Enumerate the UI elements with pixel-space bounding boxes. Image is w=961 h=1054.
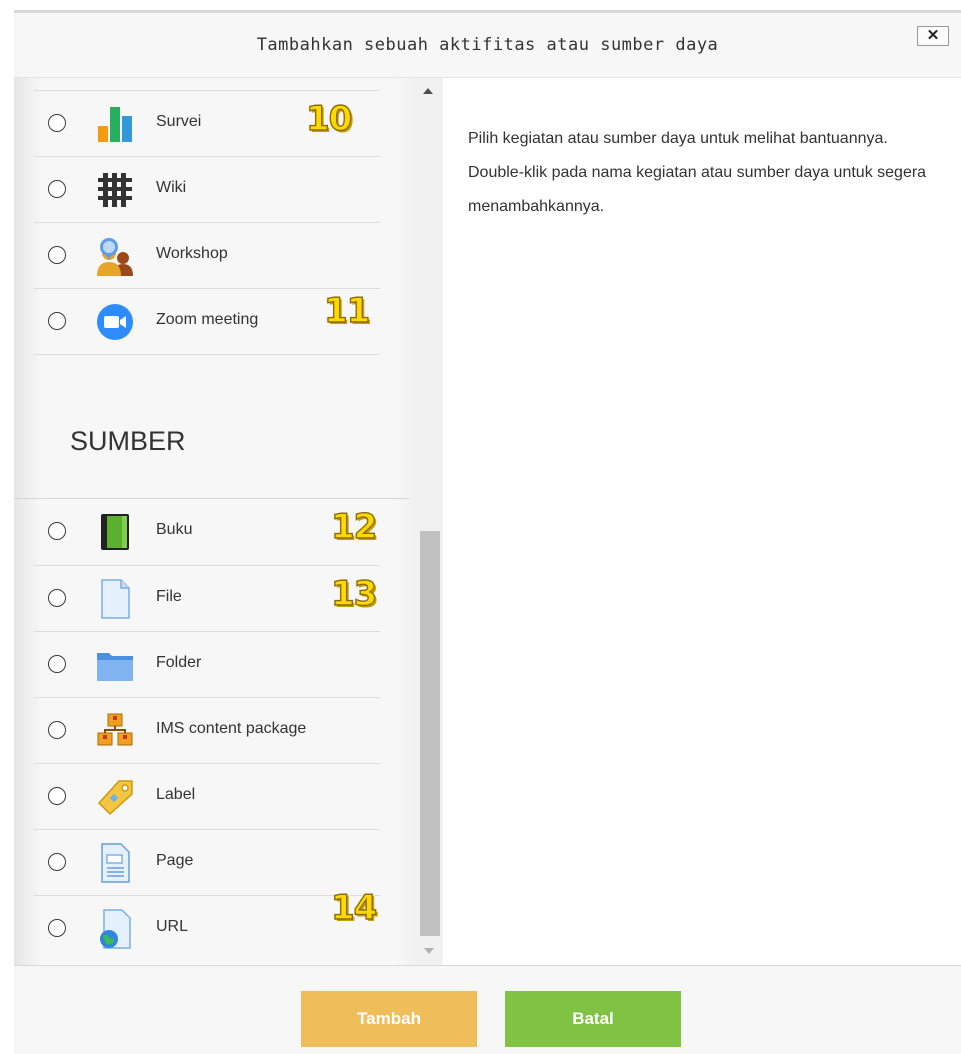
ims-content-package-label: IMS content package (156, 720, 307, 737)
list-item-url[interactable]: URL 14 (34, 887, 380, 962)
file-label: File (156, 588, 182, 605)
label-icon (97, 780, 133, 816)
list-item-page[interactable]: Page (34, 829, 380, 896)
list-item-buku[interactable]: Buku 12 (34, 499, 380, 565)
list-scrollbar[interactable] (416, 78, 443, 965)
close-button[interactable]: ✕ (917, 26, 949, 46)
list-item-folder[interactable]: Folder (34, 631, 380, 698)
scrollbar-thumb[interactable] (420, 531, 440, 936)
section-heading-sumber: SUMBER (70, 426, 186, 456)
wiki-icon (98, 173, 132, 207)
wiki-label: Wiki (156, 179, 187, 196)
dialog-title: Tambahkan sebuah aktifitas atau sumber d… (256, 35, 719, 55)
annotation-number: 13 (330, 573, 378, 614)
workshop-icon (97, 238, 133, 276)
book-icon (101, 514, 129, 550)
zoom-meeting-label: Zoom meeting (156, 311, 259, 328)
buku-label: Buku (156, 521, 193, 538)
page-label: Page (156, 852, 194, 869)
page-radio[interactable] (48, 853, 66, 871)
file-icon (101, 579, 130, 619)
list-item-label[interactable]: Label (34, 763, 380, 830)
scroll-up-arrow-icon[interactable] (423, 88, 433, 94)
annotation-number: 14 (330, 887, 378, 928)
list-item-workshop[interactable]: Workshop (34, 222, 380, 289)
list-item-wiki[interactable]: Wiki (34, 156, 380, 223)
survei-radio[interactable] (48, 114, 66, 132)
file-radio[interactable] (48, 589, 66, 607)
annotation-number: 11 (323, 290, 371, 331)
module-list: Survei 10 Wiki Workshop Zoom meeting 11 … (14, 78, 429, 965)
list-item-ims-content-package[interactable]: IMS content package (34, 697, 380, 764)
label-label: Label (156, 786, 196, 803)
dialog-footer: Tambah Batal (14, 965, 961, 1054)
zoom-meeting-radio[interactable] (48, 312, 66, 330)
scroll-down-arrow-icon[interactable] (424, 948, 434, 954)
annotation-number: 10 (305, 98, 353, 139)
list-item-file[interactable]: File 13 (34, 565, 380, 632)
zoom-icon (97, 304, 133, 340)
url-icon (100, 909, 131, 949)
folder-label: Folder (156, 654, 202, 671)
add-activity-dialog: Tambahkan sebuah aktifitas atau sumber d… (14, 10, 961, 1054)
wiki-radio[interactable] (48, 180, 66, 198)
folder-radio[interactable] (48, 655, 66, 673)
folder-icon (97, 653, 133, 681)
dialog-header: Tambahkan sebuah aktifitas atau sumber d… (14, 13, 961, 78)
cancel-button[interactable]: Batal (505, 991, 681, 1047)
list-item-survei[interactable]: Survei 10 (34, 90, 380, 157)
workshop-label: Workshop (156, 245, 228, 262)
ims-content-package-radio[interactable] (48, 721, 66, 739)
workshop-radio[interactable] (48, 246, 66, 264)
label-radio[interactable] (48, 787, 66, 805)
list-divider (34, 354, 380, 355)
survey-icon (98, 107, 132, 142)
page-icon (101, 843, 130, 883)
buku-radio[interactable] (48, 522, 66, 540)
annotation-number: 12 (330, 506, 378, 547)
help-panel: Pilih kegiatan atau sumber daya untuk me… (443, 78, 961, 965)
url-radio[interactable] (48, 919, 66, 937)
list-item-zoom-meeting[interactable]: Zoom meeting 11 (34, 288, 380, 355)
url-label: URL (156, 918, 189, 935)
help-text: Pilih kegiatan atau sumber daya untuk me… (468, 130, 927, 215)
survei-label: Survei (156, 113, 202, 130)
ims-package-icon (97, 713, 133, 746)
add-button[interactable]: Tambah (301, 991, 477, 1047)
